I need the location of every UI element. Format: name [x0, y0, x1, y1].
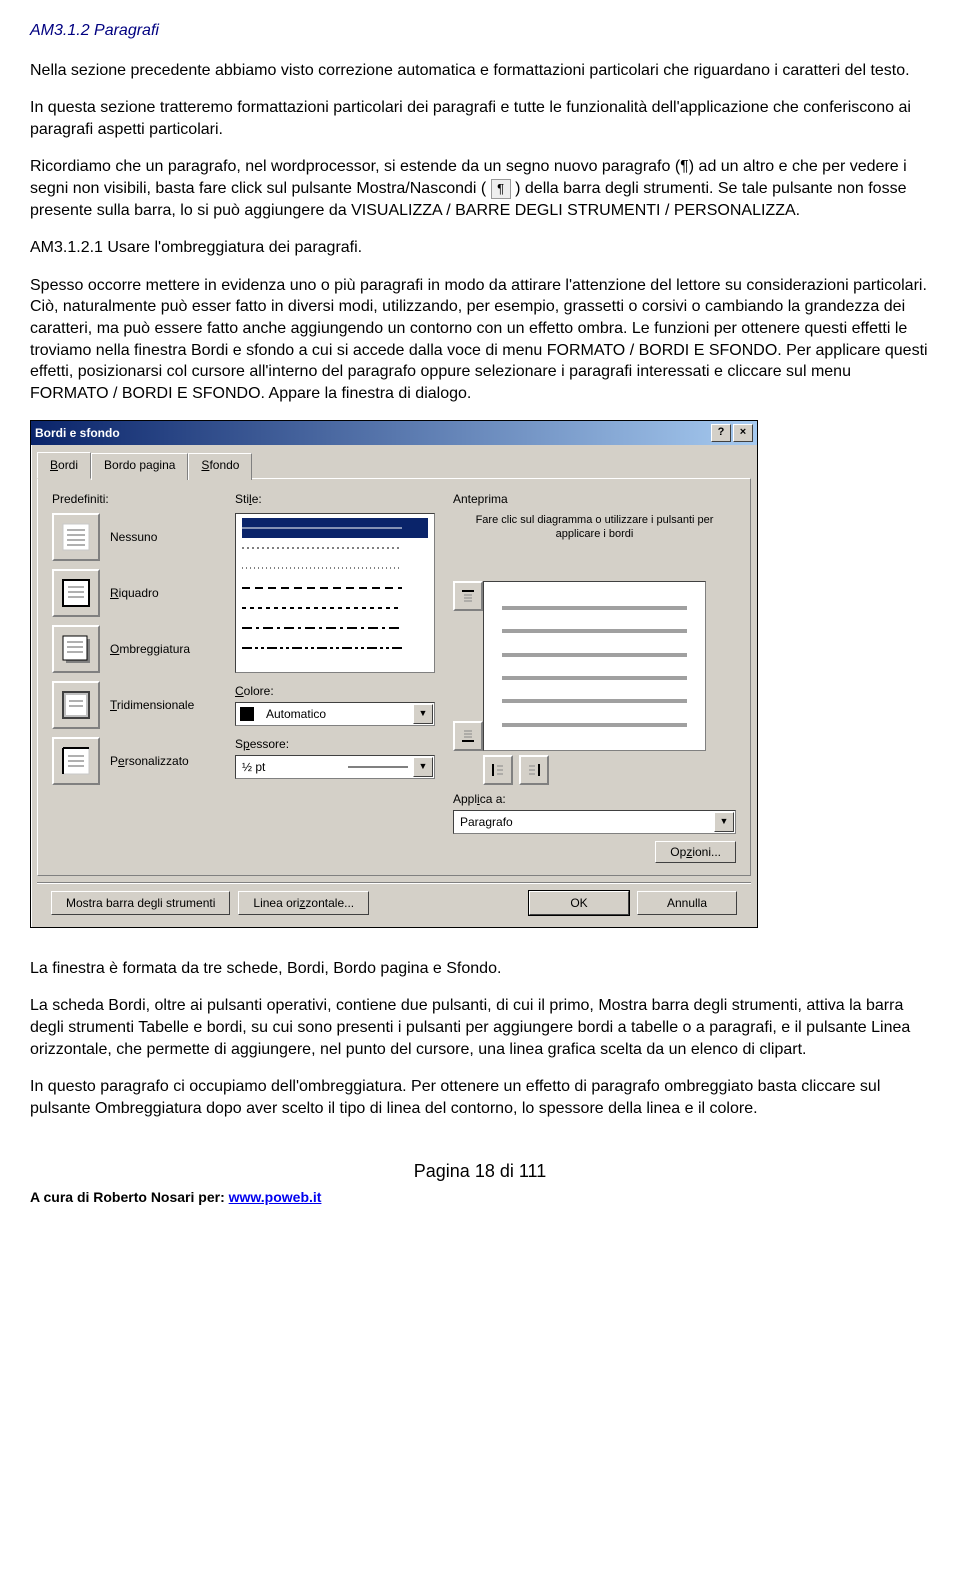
- tab-bordo-pagina[interactable]: Bordo pagina: [91, 453, 188, 479]
- cancel-button[interactable]: Annulla: [637, 891, 737, 915]
- weight-field: Spessore: ½ pt ▼: [235, 736, 435, 779]
- preset-3d-icon[interactable]: [52, 681, 100, 729]
- chevron-down-icon[interactable]: ▼: [413, 757, 433, 777]
- style-option[interactable]: [242, 578, 428, 598]
- style-listbox[interactable]: [235, 513, 435, 673]
- chevron-down-icon[interactable]: ▼: [714, 812, 734, 832]
- preset-none-label: Nessuno: [110, 529, 157, 545]
- help-button[interactable]: ?: [711, 424, 731, 442]
- subsection-heading: AM3.1.2.1 Usare l'ombreggiatura dei para…: [30, 237, 930, 259]
- presets-column: Predefiniti: Nessuno Riquadro Ombreggiat…: [52, 491, 217, 861]
- border-right-button[interactable]: [519, 755, 549, 785]
- credit-link[interactable]: www.poweb.it: [229, 1189, 322, 1205]
- apply-label: Applica a:: [453, 791, 736, 807]
- style-option[interactable]: [242, 538, 428, 558]
- dialog-panel: Predefiniti: Nessuno Riquadro Ombreggiat…: [37, 478, 751, 876]
- credit-text: A cura di Roberto Nosari per:: [30, 1189, 229, 1205]
- border-top-button[interactable]: [453, 581, 483, 611]
- section-heading: AM3.1.2 Paragrafi: [30, 20, 930, 42]
- weight-value: ½ pt: [236, 759, 348, 775]
- preview-hint: Fare clic sul diagramma o utilizzare i p…: [453, 513, 736, 542]
- preset-shadow-icon[interactable]: [52, 625, 100, 673]
- presets-label: Predefiniti:: [52, 491, 217, 507]
- apply-value: Paragrafo: [454, 814, 713, 830]
- preset-box-icon[interactable]: [52, 569, 100, 617]
- style-option-solid[interactable]: [242, 518, 428, 538]
- preset-3d[interactable]: Tridimensionale: [52, 681, 217, 729]
- color-combo[interactable]: Automatico ▼: [235, 702, 435, 726]
- dialog-button-row: Mostra barra degli strumenti Linea orizz…: [37, 882, 751, 927]
- color-label: Colore:: [235, 683, 435, 699]
- apply-combo[interactable]: Paragrafo ▼: [453, 810, 736, 834]
- paragraph: In questo paragrafo ci occupiamo dell'om…: [30, 1076, 930, 1119]
- preview-area: [453, 551, 736, 781]
- options-button[interactable]: Opzioni...: [655, 841, 736, 863]
- preset-none-icon[interactable]: [52, 513, 100, 561]
- dialog-title: Bordi e sfondo: [35, 425, 709, 441]
- page-number: Pagina 18 di 111: [30, 1159, 930, 1183]
- style-option[interactable]: [242, 638, 428, 658]
- borders-dialog: Bordi e sfondo ? × Bordi Bordo pagina Sf…: [30, 420, 758, 928]
- color-value: Automatico: [260, 706, 412, 722]
- ok-button[interactable]: OK: [529, 891, 629, 915]
- style-label: Stile:: [235, 491, 435, 507]
- preset-custom-label: Personalizzato: [110, 753, 189, 769]
- color-swatch-icon: [240, 707, 254, 721]
- preview-column: Anteprima Fare clic sul diagramma o util…: [453, 491, 736, 861]
- preset-box-label: Riquadro: [110, 585, 159, 601]
- weight-label: Spessore:: [235, 736, 435, 752]
- style-option[interactable]: [242, 618, 428, 638]
- tabstrip: Bordi Bordo pagina Sfondo: [31, 445, 757, 477]
- horizontal-line-button[interactable]: Linea orizzontale...: [238, 891, 369, 915]
- pilcrow-icon: ¶: [491, 179, 511, 199]
- style-option[interactable]: [242, 558, 428, 578]
- paragraph: Nella sezione precedente abbiamo visto c…: [30, 60, 930, 82]
- weight-combo[interactable]: ½ pt ▼: [235, 755, 435, 779]
- tab-bordi[interactable]: Bordi: [37, 452, 91, 478]
- preset-none[interactable]: Nessuno: [52, 513, 217, 561]
- preview-diagram[interactable]: [483, 581, 706, 751]
- paragraph: La scheda Bordi, oltre ai pulsanti opera…: [30, 995, 930, 1060]
- tab-sfondo[interactable]: Sfondo: [188, 453, 252, 479]
- preview-label: Anteprima: [453, 491, 736, 507]
- border-bottom-button[interactable]: [453, 721, 483, 751]
- preset-custom-icon[interactable]: [52, 737, 100, 785]
- preset-shadow-label: Ombreggiatura: [110, 641, 190, 657]
- paragraph: Spesso occorre mettere in evidenza uno o…: [30, 275, 930, 405]
- preset-shadow[interactable]: Ombreggiatura: [52, 625, 217, 673]
- paragraph: Ricordiamo che un paragrafo, nel wordpro…: [30, 156, 930, 221]
- credit-line: A cura di Roberto Nosari per: www.poweb.…: [30, 1188, 930, 1207]
- style-option[interactable]: [242, 598, 428, 618]
- preset-3d-label: Tridimensionale: [110, 697, 194, 713]
- apply-field: Applica a: Paragrafo ▼: [453, 791, 736, 834]
- color-field: Colore: Automatico ▼: [235, 683, 435, 726]
- paragraph: La finestra è formata da tre schede, Bor…: [30, 958, 930, 980]
- chevron-down-icon[interactable]: ▼: [413, 704, 433, 724]
- page-footer: Pagina 18 di 111 A cura di Roberto Nosar…: [30, 1159, 930, 1206]
- close-button[interactable]: ×: [733, 424, 753, 442]
- preset-box[interactable]: Riquadro: [52, 569, 217, 617]
- show-toolbar-button[interactable]: Mostra barra degli strumenti: [51, 891, 230, 915]
- border-left-button[interactable]: [483, 755, 513, 785]
- style-column: Stile: Colore: Automatico ▼ Spessor: [235, 491, 435, 861]
- paragraph: In questa sezione tratteremo formattazio…: [30, 97, 930, 140]
- preset-custom[interactable]: Personalizzato: [52, 737, 217, 785]
- titlebar[interactable]: Bordi e sfondo ? ×: [31, 421, 757, 445]
